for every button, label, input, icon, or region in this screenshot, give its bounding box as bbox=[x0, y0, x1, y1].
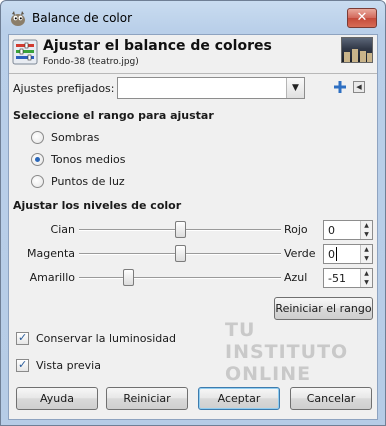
close-button[interactable]: ✕ bbox=[347, 8, 377, 28]
text-caret bbox=[336, 247, 337, 261]
slider-label-green: Verde bbox=[284, 247, 316, 260]
slider-thumb-cyan-red[interactable] bbox=[174, 221, 186, 238]
ok-button[interactable]: Aceptar bbox=[198, 387, 280, 410]
title-bar[interactable]: Balance de color ✕ bbox=[1, 1, 385, 35]
radio-label: Puntos de luz bbox=[51, 174, 125, 188]
slider-thumb-yellow-blue[interactable] bbox=[122, 269, 134, 286]
dialog-body: Ajustar el balance de colores Fondo-38 (… bbox=[8, 34, 378, 420]
dialog-window: Balance de color ✕ Ajustar el balance de… bbox=[0, 0, 386, 426]
window-title: Balance de color bbox=[32, 11, 133, 25]
radio-button[interactable] bbox=[31, 174, 44, 188]
preview-option[interactable]: Vista previa bbox=[16, 357, 101, 373]
spin-value: 0 bbox=[328, 248, 335, 261]
dialog-header: Ajustar el balance de colores Fondo-38 (… bbox=[9, 35, 377, 75]
radio-button[interactable] bbox=[31, 152, 44, 166]
checkbox-label: Vista previa bbox=[36, 358, 101, 372]
checkbox-label: Conservar la luminosidad bbox=[36, 331, 176, 345]
watermark-line: ONLINE bbox=[225, 363, 312, 385]
watermark-line: INSTITUTO bbox=[225, 341, 349, 363]
radio-highlights[interactable]: Puntos de luz bbox=[31, 173, 125, 189]
slider-label-cyan: Cian bbox=[50, 223, 75, 236]
spin-value: -51 bbox=[328, 272, 346, 285]
spin-arrows[interactable]: ▲ ▼ bbox=[360, 221, 372, 239]
image-name: Fondo-38 (teatro.jpg) bbox=[43, 57, 139, 67]
range-section-title: Seleccione el rango para ajustar bbox=[13, 109, 214, 122]
spin-arrows[interactable]: ▲ ▼ bbox=[360, 269, 372, 287]
plus-icon[interactable] bbox=[333, 80, 347, 94]
slider-label-blue: Azul bbox=[284, 271, 308, 284]
slider-track-yellow-blue[interactable] bbox=[79, 277, 281, 279]
header-separator bbox=[9, 73, 377, 74]
menu-arrow-icon[interactable]: ◀ bbox=[353, 81, 365, 93]
radio-button[interactable] bbox=[31, 130, 44, 144]
reset-button[interactable]: Reiniciar bbox=[106, 387, 188, 410]
image-thumbnail bbox=[341, 37, 373, 63]
slider-label-red: Rojo bbox=[284, 223, 308, 236]
presets-combo[interactable]: ▼ bbox=[117, 77, 305, 99]
radio-shadows[interactable]: Sombras bbox=[31, 129, 99, 145]
watermark-line: TU bbox=[225, 319, 256, 341]
chevron-down-icon[interactable]: ▼ bbox=[286, 78, 304, 98]
gimp-icon bbox=[11, 11, 25, 26]
levels-section-title: Ajustar los niveles de color bbox=[13, 199, 182, 212]
reset-range-button[interactable]: Reiniciar el rango bbox=[274, 297, 373, 320]
spin-value: 0 bbox=[328, 224, 335, 237]
radio-label: Tonos medios bbox=[51, 152, 126, 166]
spin-yellow-blue[interactable]: -51 ▲ ▼ bbox=[323, 268, 373, 288]
radio-midtones[interactable]: Tonos medios bbox=[31, 151, 126, 167]
color-balance-icon bbox=[12, 39, 38, 65]
slider-label-magenta: Magenta bbox=[26, 247, 75, 260]
spin-cyan-red[interactable]: 0 ▲ ▼ bbox=[323, 220, 373, 240]
spin-arrows[interactable]: ▲ ▼ bbox=[360, 245, 372, 263]
checkbox[interactable] bbox=[16, 358, 29, 372]
preserve-luminosity-option[interactable]: Conservar la luminosidad bbox=[16, 330, 176, 346]
cancel-button[interactable]: Cancelar bbox=[290, 387, 372, 410]
help-button[interactable]: Ayuda bbox=[16, 387, 98, 410]
radio-label: Sombras bbox=[51, 130, 100, 144]
checkbox[interactable] bbox=[16, 331, 29, 345]
presets-label: Ajustes prefijados: bbox=[13, 82, 115, 95]
slider-thumb-magenta-green[interactable] bbox=[174, 245, 186, 262]
dialog-title: Ajustar el balance de colores bbox=[43, 38, 272, 54]
slider-label-yellow: Amarillo bbox=[29, 271, 75, 284]
spin-magenta-green[interactable]: 0 ▲ ▼ bbox=[323, 244, 373, 264]
